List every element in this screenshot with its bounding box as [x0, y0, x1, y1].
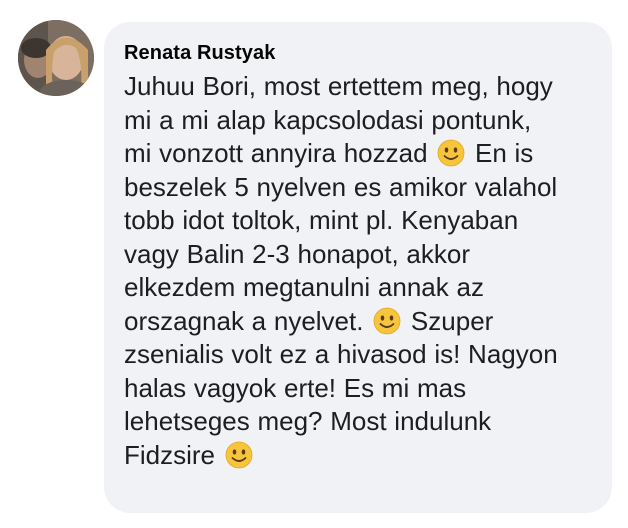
comment-line-text: tobb idot toltok, mint pl. Kenyaban: [124, 205, 519, 235]
comment-line-text: lehetseges meg? Most indulunk: [124, 406, 492, 436]
comment-line-text: Szuper: [403, 305, 494, 336]
comment-line-text: zsenialis volt ez a hivasod is! Nagyon: [124, 339, 558, 369]
comment-line-text: Juhuu Bori, most ertettem meg, hogy: [124, 71, 553, 101]
comment-line-text: En is: [467, 138, 534, 168]
comment-line: mi a mi alap kapcsolodasi pontunk,: [124, 104, 592, 138]
avatar-photo: [18, 20, 94, 96]
slightly-smiling-face-icon: [437, 139, 465, 167]
comment-line: lehetseges meg? Most indulunk: [124, 405, 592, 439]
comment-line: Fidzsire: [124, 439, 592, 473]
comment-line-text: vagy Balin 2-3 honapot, akkor: [124, 238, 470, 269]
comment-line: elkezdem megtanulni annak az: [124, 271, 592, 305]
comment-line: orszagnak a nyelvet. Szuper: [124, 305, 592, 339]
user-avatar[interactable]: [18, 20, 94, 96]
slightly-smiling-face-icon: [225, 441, 253, 469]
comment-line-text: halas vagyok erte! Es mi mas: [124, 372, 467, 403]
comment-line: tobb idot toltok, mint pl. Kenyaban: [124, 204, 592, 238]
comment-line-text: mi a mi alap kapcsolodasi pontunk,: [124, 104, 532, 135]
comment-line: halas vagyok erte! Es mi mas: [124, 372, 592, 406]
comment-text: Juhuu Bori, most ertettem meg, hogy mi a…: [124, 70, 592, 472]
comment-line-text: Fidzsire: [124, 439, 223, 470]
comment: Renata Rustyak Juhuu Bori, most ertettem…: [0, 0, 628, 528]
comment-line: mi vonzott annyira hozzad En is: [124, 137, 592, 171]
comment-line-text: orszagnak a nyelvet.: [124, 305, 372, 336]
comment-author[interactable]: Renata Rustyak: [124, 40, 592, 66]
comment-line-text: mi vonzott annyira hozzad: [124, 138, 436, 168]
comment-line: zsenialis volt ez a hivasod is! Nagyon: [124, 338, 592, 372]
comment-line-text: elkezdem megtanulni annak az: [124, 272, 484, 302]
comment-bubble: Renata Rustyak Juhuu Bori, most ertettem…: [104, 22, 612, 513]
comment-line: Juhuu Bori, most ertettem meg, hogy: [124, 70, 592, 104]
slightly-smiling-face-icon: [373, 307, 401, 335]
comment-line: vagy Balin 2-3 honapot, akkor: [124, 238, 592, 272]
comment-line: beszelek 5 nyelven es amikor valahol: [124, 171, 592, 205]
comment-line-text: beszelek 5 nyelven es amikor valahol: [124, 171, 558, 202]
